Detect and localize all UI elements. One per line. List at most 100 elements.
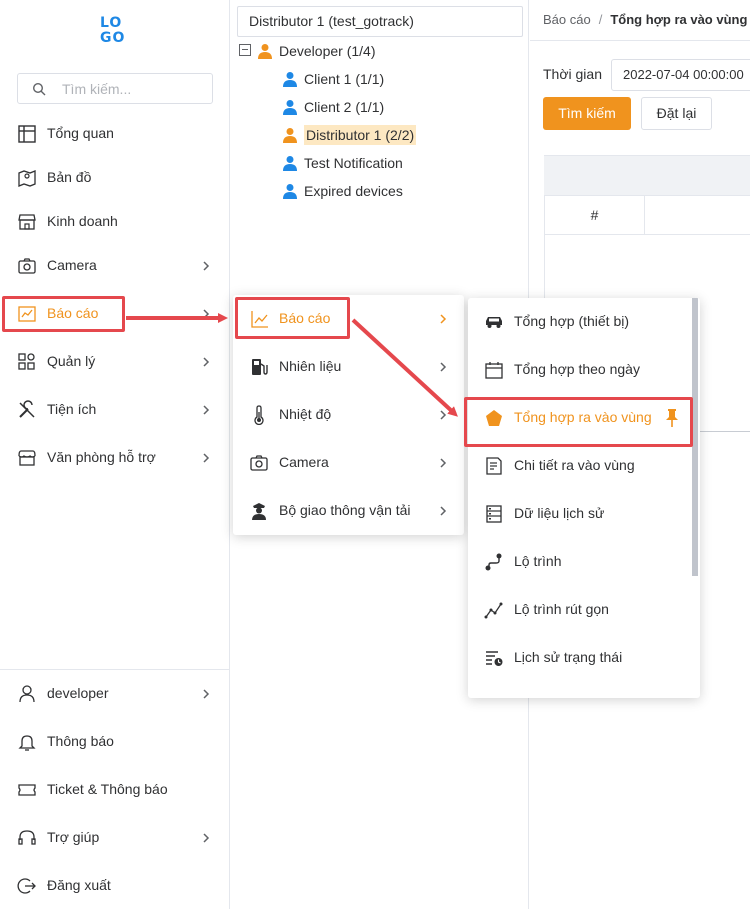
submenu-item-label: Dữ liệu lịch sử <box>514 505 605 521</box>
list-icon <box>486 505 502 523</box>
chevron-right-icon <box>203 309 210 319</box>
submenu-item-route[interactable]: Lộ trình <box>468 538 690 586</box>
submenu-item-summary-device[interactable]: Tổng hợp (thiết bị) <box>468 298 690 346</box>
list-clock-icon <box>486 651 503 666</box>
breadcrumb-separator: / <box>598 12 603 27</box>
sidebar-item-label: Camera <box>47 257 97 273</box>
trend-line-icon <box>484 602 503 619</box>
logo-line-2: GO <box>100 30 126 46</box>
tree-node-label: Test Notification <box>304 155 403 171</box>
tree-node-label: Client 1 (1/1) <box>304 71 385 87</box>
highlight-box-reports <box>2 296 125 332</box>
app-logo[interactable]: LO GO <box>100 16 132 46</box>
fuel-pump-icon <box>252 359 268 375</box>
sidebar: LO GO Tổng quan Bản đồ Kinh doanh Camera… <box>0 0 230 909</box>
submenu-item-partial[interactable] <box>468 682 690 698</box>
document-edit-icon <box>486 457 502 475</box>
submenu-item-temperature[interactable]: Nhiệt độ <box>233 391 464 439</box>
submenu-item-history-data[interactable]: Dữ liệu lịch sử <box>468 490 690 538</box>
search-input[interactable] <box>62 78 202 100</box>
tree-node-selected[interactable]: Distributor 1 (2/2) <box>282 123 417 147</box>
tree-node[interactable]: Expired devices <box>282 179 403 203</box>
submenu-item-label: Lộ trình <box>514 553 562 569</box>
calendar-icon <box>485 362 503 379</box>
map-icon <box>18 170 36 187</box>
sidebar-item-overview[interactable]: Tổng quan <box>0 110 229 158</box>
submenu-item-label: Nhiên liệu <box>279 358 342 374</box>
logout-icon <box>17 878 36 894</box>
time-label: Thời gian <box>543 66 602 82</box>
column-header <box>645 196 750 234</box>
highlight-box-zone-summary <box>464 397 693 447</box>
sidebar-item-label: Bản đồ <box>47 169 92 185</box>
submenu-item-zone-detail[interactable]: Chi tiết ra vào vùng <box>468 442 690 490</box>
sidebar-item-label: Kinh doanh <box>47 213 118 229</box>
sidebar-item-camera[interactable]: Camera <box>0 242 229 290</box>
sidebar-item-logout[interactable]: Đăng xuất <box>0 862 229 910</box>
tree-node-root[interactable]: Developer (1/4) <box>257 39 376 63</box>
document-icon <box>484 696 504 698</box>
submenu-item-camera[interactable]: Camera <box>233 439 464 487</box>
tools-icon <box>19 400 35 418</box>
sidebar-item-help[interactable]: Trợ giúp <box>0 814 229 862</box>
distributor-select[interactable]: Distributor 1 (test_gotrack) <box>237 6 523 37</box>
sidebar-item-label: Tiện ích <box>47 401 97 417</box>
submenu-item-label: Tổng hợp theo ngày <box>514 361 640 377</box>
collapse-toggle[interactable] <box>239 44 251 56</box>
reset-button[interactable]: Đặt lại <box>641 97 712 130</box>
sidebar-item-label: Đăng xuất <box>47 877 111 893</box>
apps-icon <box>18 353 35 370</box>
submenu-item-status-history[interactable]: Lịch sử trạng thái <box>468 634 690 682</box>
submenu-item-label: Chi tiết ra vào vùng <box>514 457 635 473</box>
submenu-item-fuel[interactable]: Nhiên liệu <box>233 343 464 391</box>
sidebar-item-utilities[interactable]: Tiện ích <box>0 386 229 434</box>
submenu-item-label: Camera <box>279 454 329 470</box>
tree-node[interactable]: Client 1 (1/1) <box>282 67 384 91</box>
search-icon <box>32 82 46 96</box>
chevron-right-icon <box>203 453 210 463</box>
sidebar-item-support-office[interactable]: Văn phòng hỗ trợ <box>0 434 229 482</box>
breadcrumb-current: Tổng hợp ra vào vùng <box>610 12 748 27</box>
tree-node-label: Client 2 (1/1) <box>304 99 385 115</box>
highlight-box-submenu-reports <box>235 297 350 339</box>
camera-icon <box>250 455 268 471</box>
sidebar-item-label: Văn phòng hỗ trợ <box>47 449 156 465</box>
sidebar-item-management[interactable]: Quản lý <box>0 338 229 386</box>
sidebar-item-business[interactable]: Kinh doanh <box>0 198 229 246</box>
dashboard-icon <box>18 125 36 143</box>
tree-node[interactable]: Test Notification <box>282 151 403 175</box>
table-toolbar <box>544 155 750 195</box>
tree-node[interactable]: Client 2 (1/1) <box>282 95 384 119</box>
user-orange-icon <box>283 128 297 143</box>
submenu-item-summary-daily[interactable]: Tổng hợp theo ngày <box>468 346 690 394</box>
submenu-item-label: Nhiệt độ <box>279 406 332 422</box>
user-icon <box>19 685 35 703</box>
search-button[interactable]: Tìm kiếm <box>543 97 631 130</box>
police-officer-icon <box>252 503 266 520</box>
user-blue-icon <box>283 156 297 171</box>
chevron-right-icon <box>440 506 447 516</box>
user-orange-icon <box>258 44 272 59</box>
time-range-input[interactable]: 2022-07-04 00:00:00 <box>611 59 750 91</box>
ticket-icon <box>18 784 36 796</box>
sidebar-item-map[interactable]: Bản đồ <box>0 154 229 202</box>
submenu-item-transport-ministry[interactable]: Bộ giao thông vận tải <box>233 487 464 535</box>
user-blue-icon <box>283 184 297 199</box>
sidebar-item-user[interactable]: developer <box>0 670 229 718</box>
breadcrumb: Báo cáo / Tổng hợp ra vào vùng <box>543 12 747 27</box>
sidebar-item-label: Thông báo <box>47 733 114 749</box>
chevron-right-icon <box>203 833 210 843</box>
tree-node-label: Expired devices <box>304 183 403 199</box>
sidebar-item-label: developer <box>47 685 109 701</box>
bell-icon <box>18 735 36 751</box>
breadcrumb-parent[interactable]: Báo cáo <box>543 12 591 27</box>
submenu-item-label: Lộ trình rút gọn <box>514 601 609 617</box>
chevron-right-icon <box>440 362 447 372</box>
sidebar-item-tickets[interactable]: Ticket & Thông báo <box>0 766 229 814</box>
sidebar-item-notifications[interactable]: Thông báo <box>0 718 229 766</box>
reports-list-submenu: Tổng hợp (thiết bị) Tổng hợp theo ngày T… <box>468 298 700 698</box>
submenu-item-route-short[interactable]: Lộ trình rút gọn <box>468 586 690 634</box>
tree-node-label: Distributor 1 (2/2) <box>304 125 417 145</box>
submenu-item-label: Lịch sử trạng thái <box>514 649 623 665</box>
sidebar-search <box>17 73 213 104</box>
